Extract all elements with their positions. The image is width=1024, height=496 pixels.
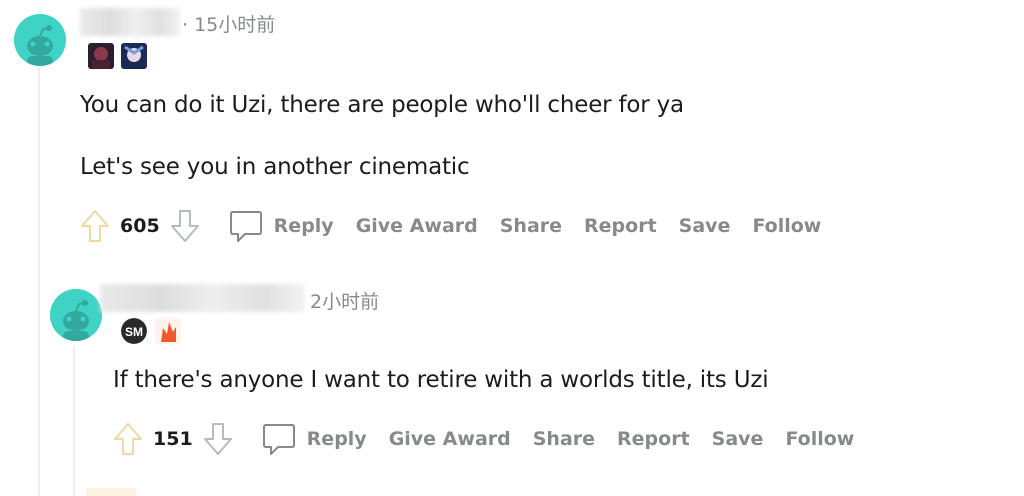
comment-text: Let's see you in another cinematic — [80, 154, 470, 180]
comment-timestamp[interactable]: 2小时前 — [310, 287, 379, 314]
report-button[interactable]: Report — [617, 428, 690, 450]
avatar[interactable] — [50, 289, 102, 341]
svg-text:SM: SM — [125, 325, 143, 339]
follow-button[interactable]: Follow — [785, 428, 854, 450]
avatar[interactable] — [14, 14, 66, 66]
flair-icon — [88, 43, 114, 69]
report-button[interactable]: Report — [584, 215, 657, 237]
snoo-icon — [50, 289, 102, 341]
comment-actions: 151 Reply Give Award Share Report Save F… — [113, 419, 854, 459]
upvote-icon[interactable] — [113, 421, 143, 457]
thread-line[interactable] — [38, 68, 40, 496]
flair-icon — [155, 318, 181, 344]
downvote-icon[interactable] — [170, 208, 200, 244]
save-button[interactable]: Save — [679, 215, 731, 237]
reply-label: Reply — [306, 428, 367, 450]
flair-icon — [121, 43, 147, 69]
downvote-icon[interactable] — [203, 421, 233, 457]
chat-icon — [262, 424, 295, 455]
username[interactable] — [100, 284, 305, 312]
comment-text: You can do it Uzi, there are people who'… — [80, 92, 684, 118]
share-button[interactable]: Share — [533, 428, 595, 450]
chat-icon — [229, 211, 262, 242]
follow-button[interactable]: Follow — [752, 215, 821, 237]
username[interactable] — [80, 8, 180, 36]
reply-button[interactable]: Reply — [228, 208, 334, 244]
give-award-button[interactable]: Give Award — [389, 428, 511, 450]
comment-timestamp[interactable]: · 15小时前 — [182, 10, 275, 37]
reply-button[interactable]: Reply — [261, 421, 367, 457]
thread-line[interactable] — [73, 346, 75, 496]
next-comment-hint — [86, 488, 136, 496]
save-button[interactable]: Save — [712, 428, 764, 450]
vote-count: 151 — [153, 428, 193, 450]
comment-text: If there's anyone I want to retire with … — [113, 367, 769, 393]
flair-icon: SM — [121, 318, 147, 344]
vote-count: 605 — [120, 215, 160, 237]
share-button[interactable]: Share — [500, 215, 562, 237]
comment-actions: 605 Reply Give Award Share Report Save F… — [80, 206, 821, 246]
upvote-icon[interactable] — [80, 208, 110, 244]
reply-label: Reply — [273, 215, 334, 237]
give-award-button[interactable]: Give Award — [356, 215, 478, 237]
snoo-icon — [14, 14, 66, 66]
